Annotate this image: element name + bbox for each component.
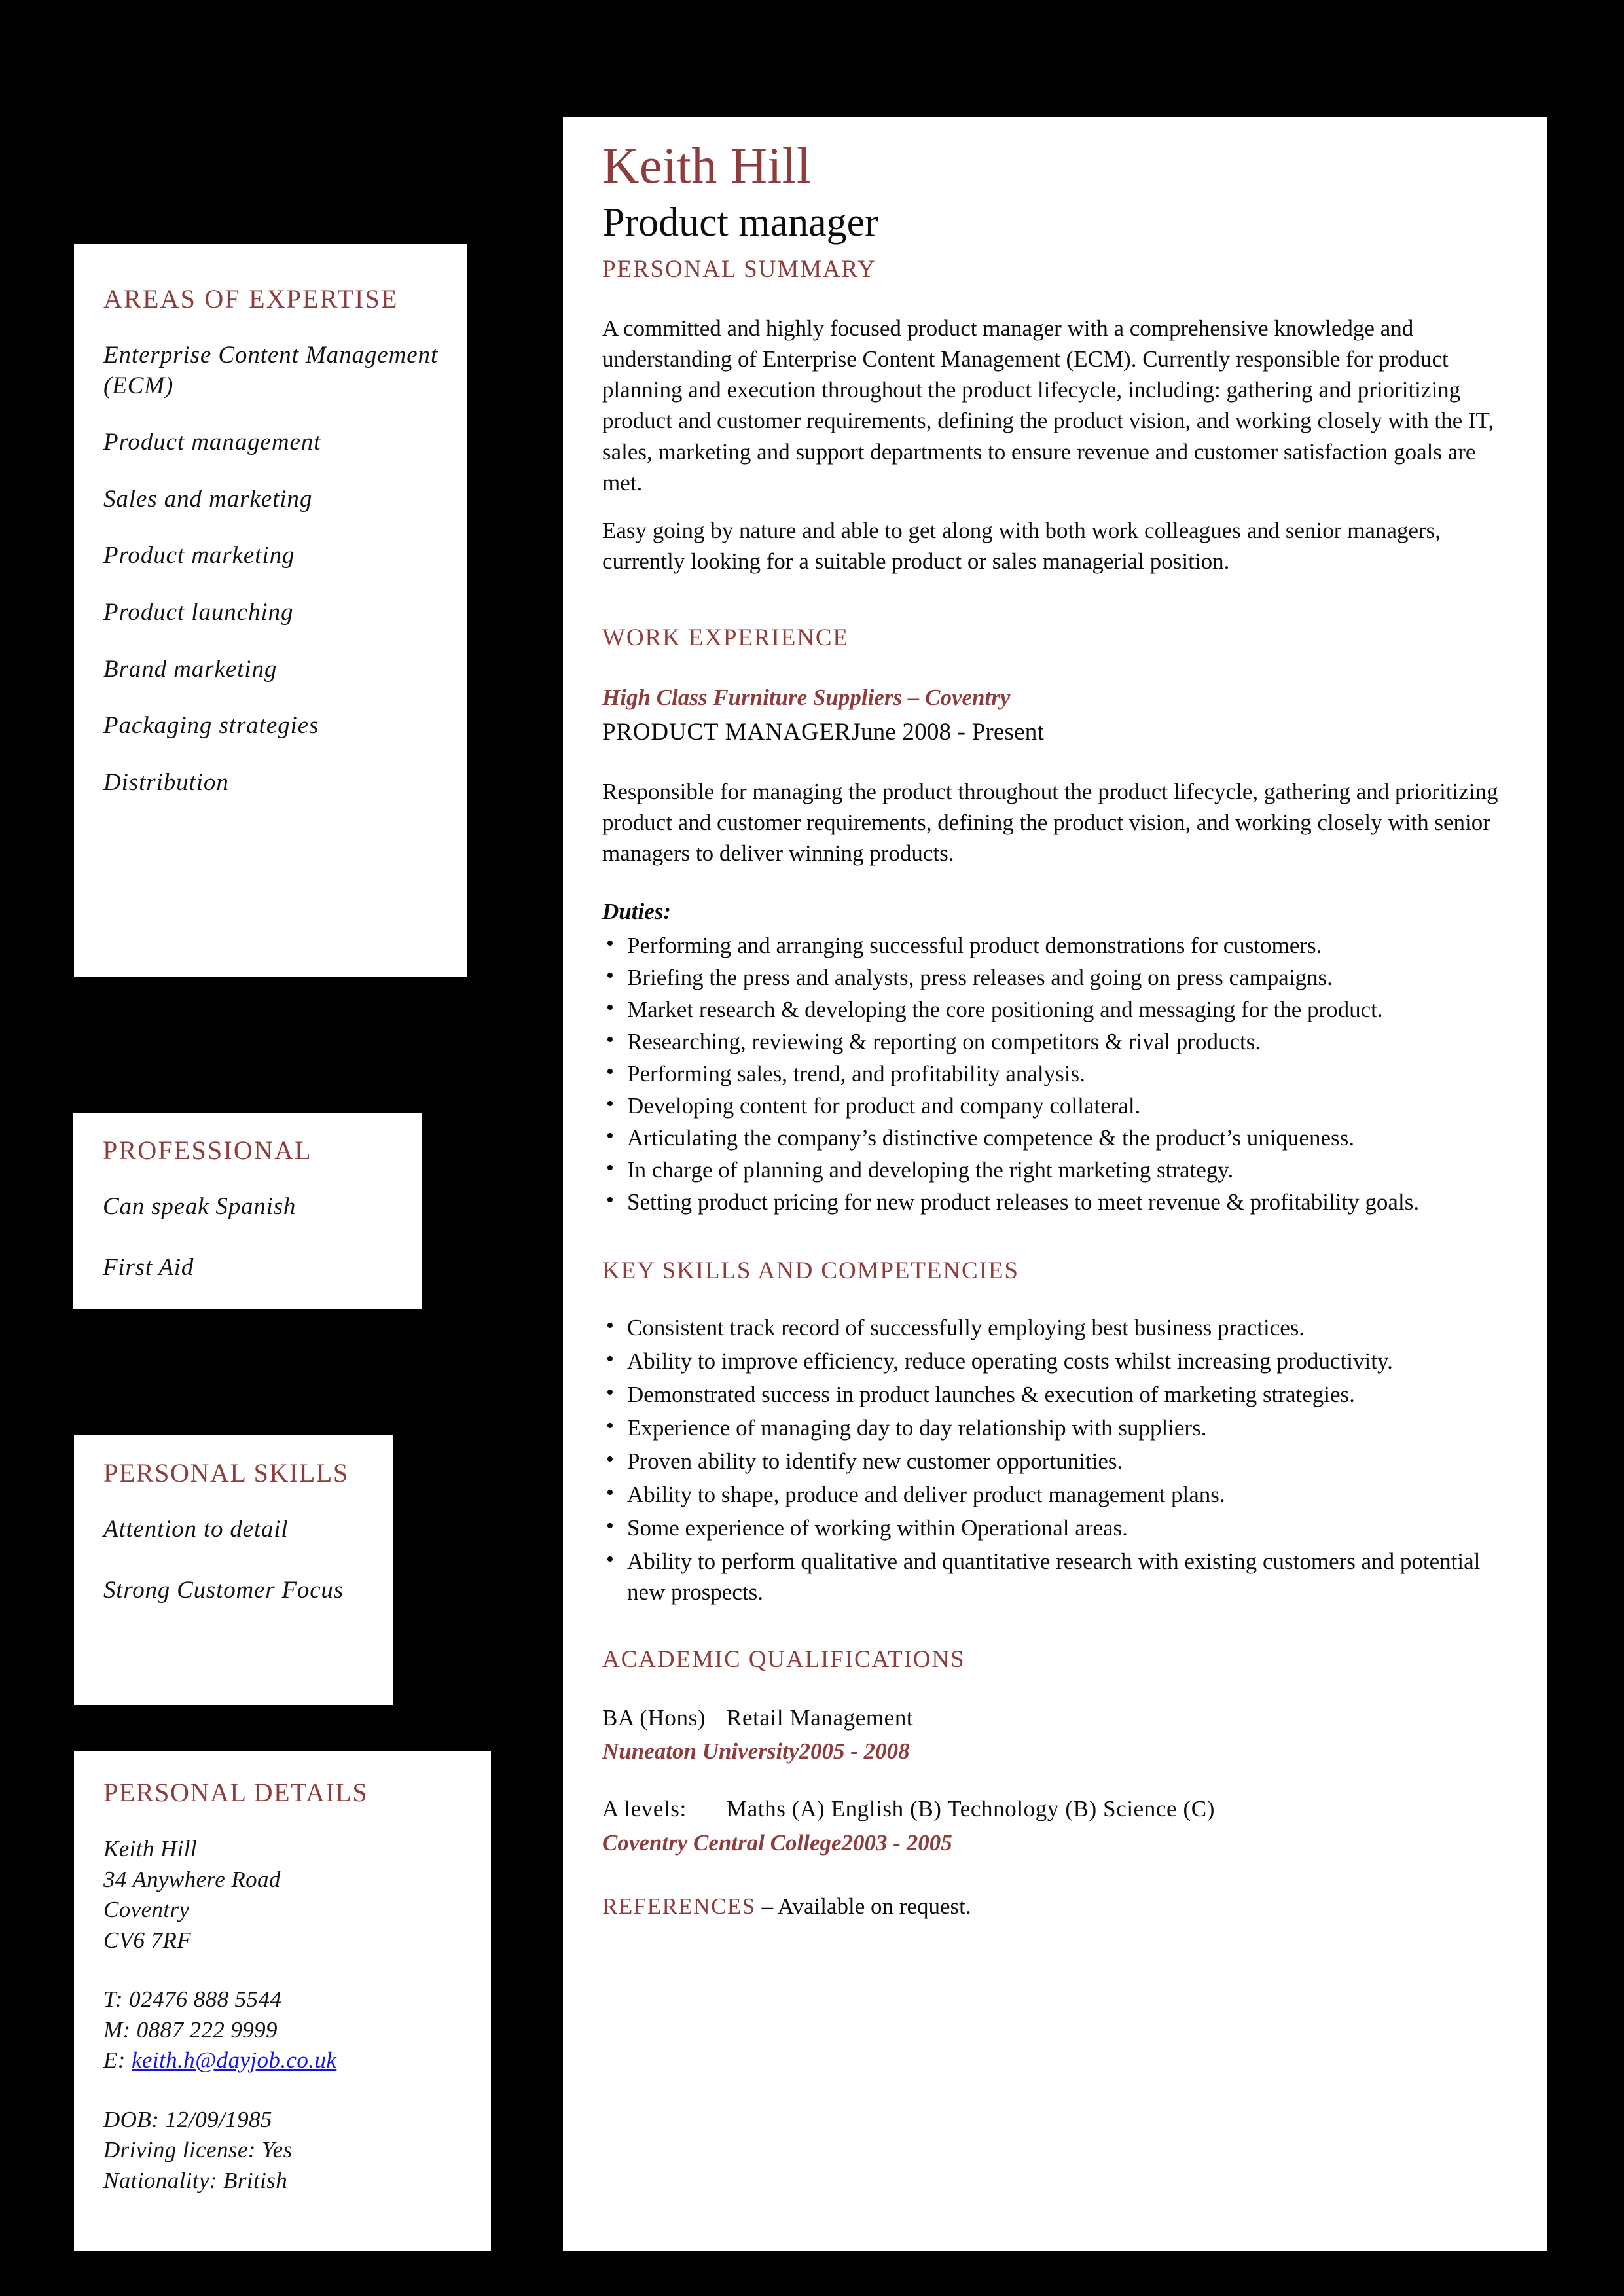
- references-text: – Available on request.: [755, 1893, 971, 1919]
- expertise-item: Sales and marketing: [103, 485, 313, 512]
- candidate-name: Keith Hill: [602, 137, 812, 194]
- alevels-row: A levels: Maths (A) English (B) Technolo…: [602, 1795, 1507, 1823]
- alevels-subjects: Maths (A) English (B) Technology (B) Sci…: [727, 1796, 1215, 1822]
- contact-block: T: 02476 888 5544 M: 0887 222 9999 E: ke…: [103, 1984, 471, 2076]
- section-heading-personal-summary: PERSONAL SUMMARY: [602, 255, 876, 283]
- main-cv-panel: Keith Hill Product manager PERSONAL SUMM…: [563, 117, 1547, 2251]
- personal-skills-heading: PERSONAL SKILLS: [103, 1458, 349, 1488]
- job-title: PRODUCT MANAGER: [602, 719, 852, 746]
- professional-heading: PROFESSIONAL: [103, 1136, 312, 1165]
- duty-item: Briefing the press and analysts, press r…: [602, 961, 1507, 993]
- duty-item: Researching, reviewing & reporting on co…: [602, 1025, 1507, 1057]
- duty-item: Market research & developing the core po…: [602, 993, 1507, 1025]
- personal-skills-item: Strong Customer Focus: [103, 1576, 344, 1604]
- duty-item: Articulating the company’s distinctive c…: [602, 1121, 1507, 1153]
- degree-institution-row: Nuneaton University 2005 - 2008: [602, 1737, 1507, 1766]
- section-heading-key-skills: KEY SKILLS AND COMPETENCIES: [602, 1257, 1019, 1285]
- expertise-item: Brand marketing: [103, 655, 278, 683]
- section-heading-academic-qualifications: ACADEMIC QUALIFICATIONS: [602, 1646, 965, 1674]
- sidebar-panel-personal-skills: PERSONAL SKILLS Attention to detail Stro…: [74, 1435, 393, 1705]
- job-description: Responsible for managing the product thr…: [602, 778, 1498, 866]
- duties-label: Duties:: [602, 898, 671, 924]
- duty-item: Performing sales, trend, and profitabili…: [602, 1057, 1507, 1089]
- sidebar-panel-personal-details: PERSONAL DETAILS Keith Hill 34 Anywhere …: [74, 1751, 491, 2251]
- job-dates: June 2008 - Present: [851, 719, 1044, 746]
- expertise-item: Product marketing: [103, 542, 295, 569]
- date-of-birth: DOB: 12/09/1985: [103, 2106, 272, 2132]
- personal-skills-item: Attention to detail: [103, 1516, 289, 1543]
- section-heading-work-experience: WORK EXPERIENCE: [602, 624, 849, 651]
- sidebar-panel-areas-of-expertise: AREAS OF EXPERTISE Enterprise Content Ma…: [74, 244, 467, 977]
- key-skill-item: Ability to perform qualitative and quant…: [602, 1545, 1507, 1607]
- duty-item: Setting product pricing for new product …: [602, 1185, 1507, 1217]
- degree-years: 2005 - 2008: [799, 1738, 910, 1765]
- professional-item: Can speak Spanish: [103, 1193, 297, 1220]
- sidebar-panel-professional: PROFESSIONAL Can speak Spanish First Aid: [73, 1113, 422, 1309]
- key-skill-item: Demonstrated success in product launches…: [602, 1378, 1507, 1410]
- duty-item: In charge of planning and developing the…: [602, 1153, 1507, 1185]
- key-skill-item: Ability to shape, produce and deliver pr…: [602, 1478, 1507, 1510]
- duty-item: Performing and arranging successful prod…: [602, 929, 1507, 961]
- job-title-row: PRODUCT MANAGER June 2008 - Present: [602, 718, 1507, 747]
- key-skills-list: Consistent track record of successfully …: [602, 1311, 1507, 1608]
- driving-license: Driving license: Yes: [103, 2137, 293, 2163]
- alevels-institution-row: Coventry Central College 2003 - 2005: [602, 1829, 1507, 1857]
- alevels-label: A levels:: [602, 1796, 687, 1822]
- professional-item: First Aid: [103, 1253, 194, 1281]
- summary-paragraph: Easy going by nature and able to get alo…: [602, 517, 1441, 574]
- email-label: E:: [103, 2047, 126, 2073]
- expertise-item: Packaging strategies: [103, 712, 319, 740]
- expertise-item: Distribution: [103, 768, 229, 796]
- degree-subject: Retail Management: [727, 1704, 914, 1731]
- postal-address: Keith Hill 34 Anywhere Road Coventry CV6…: [103, 1834, 471, 1956]
- expertise-item: Enterprise Content Management (ECM): [103, 342, 439, 399]
- nationality: Nationality: British: [103, 2167, 288, 2193]
- duty-item: Developing content for product and compa…: [602, 1089, 1507, 1121]
- key-skill-item: Some experience of working within Operat…: [602, 1511, 1507, 1543]
- key-skill-item: Consistent track record of successfully …: [602, 1311, 1507, 1343]
- address-line: CV6 7RF: [103, 1927, 192, 1953]
- duties-list: Performing and arranging successful prod…: [602, 929, 1507, 1218]
- references-line: REFERENCES – Available on request.: [602, 1893, 1507, 1920]
- alevels-years: 2003 - 2005: [841, 1829, 952, 1856]
- candidate-job-role: Product manager: [602, 200, 878, 245]
- job-company-name: High Class Furniture Suppliers – Coventr…: [602, 685, 1011, 711]
- alevels-institution: Coventry Central College: [602, 1829, 842, 1856]
- areas-of-expertise-heading: AREAS OF EXPERTISE: [103, 284, 399, 314]
- address-line: Keith Hill: [103, 1836, 198, 1861]
- degree-institution: Nuneaton University: [602, 1738, 799, 1765]
- degree-label: BA (Hons): [602, 1704, 706, 1731]
- key-skill-item: Ability to improve efficiency, reduce op…: [602, 1344, 1507, 1376]
- key-skill-item: Proven ability to identify new customer …: [602, 1444, 1507, 1477]
- address-line: 34 Anywhere Road: [103, 1866, 281, 1892]
- references-heading: REFERENCES: [602, 1893, 756, 1919]
- email-row: E: keith.h@dayjob.co.uk: [103, 2045, 471, 2076]
- key-skill-item: Experience of managing day to day relati…: [602, 1411, 1507, 1443]
- expertise-item: Product management: [103, 429, 321, 456]
- expertise-item: Product launching: [103, 599, 294, 626]
- email-link[interactable]: keith.h@dayjob.co.uk: [132, 2047, 336, 2073]
- degree-row: BA (Hons) Retail Management: [602, 1704, 1507, 1732]
- bio-block: DOB: 12/09/1985 Driving license: Yes Nat…: [103, 2105, 471, 2197]
- address-line: Coventry: [103, 1897, 190, 1923]
- summary-paragraph: A committed and highly focused product m…: [602, 315, 1494, 495]
- personal-details-heading: PERSONAL DETAILS: [103, 1778, 369, 1807]
- mobile-number: M: 0887 222 9999: [103, 2017, 278, 2043]
- telephone-number: T: 02476 888 5544: [103, 1986, 282, 2013]
